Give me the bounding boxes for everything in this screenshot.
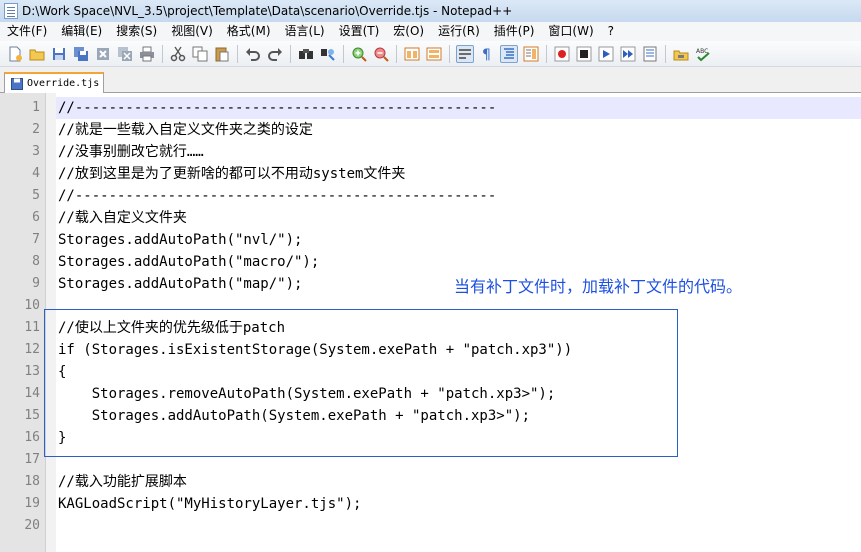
code-line[interactable]: //没事别删改它就行…… bbox=[58, 141, 204, 163]
code-line[interactable]: KAGLoadScript("MyHistoryLayer.tjs"); bbox=[58, 493, 361, 515]
undo-icon[interactable] bbox=[244, 45, 262, 63]
line-number: 15 bbox=[24, 408, 40, 423]
menu-view[interactable]: 视图(V) bbox=[164, 22, 220, 41]
line-number: 13 bbox=[24, 364, 40, 379]
line-number: 16 bbox=[24, 430, 40, 445]
line-number: 2 bbox=[32, 122, 40, 137]
word-wrap-icon[interactable] bbox=[456, 44, 474, 63]
line-number: 18 bbox=[24, 474, 40, 489]
line-number: 4 bbox=[32, 166, 40, 181]
line-number: 17 bbox=[24, 452, 40, 467]
menu-help[interactable]: ? bbox=[601, 22, 621, 41]
save-all-icon[interactable] bbox=[72, 45, 90, 63]
code-editor[interactable]: 1 //-------------------------------------… bbox=[0, 93, 861, 552]
code-line[interactable]: //载入功能扩展脚本 bbox=[58, 471, 187, 493]
line-number: 8 bbox=[32, 254, 40, 269]
doc-map-icon[interactable] bbox=[522, 45, 540, 63]
window-title: D:\Work Space\NVL_3.5\project\Template\D… bbox=[22, 4, 513, 18]
toolbar-separator bbox=[449, 44, 450, 63]
redo-icon[interactable] bbox=[266, 45, 284, 63]
menu-settings[interactable]: 设置(T) bbox=[332, 22, 387, 41]
line-number: 11 bbox=[24, 320, 40, 335]
code-line[interactable]: Storages.addAutoPath("macro/"); bbox=[58, 251, 319, 273]
line-number: 9 bbox=[32, 276, 40, 291]
toolbar: ¶ ABC bbox=[0, 41, 861, 67]
line-number: 10 bbox=[24, 298, 40, 313]
new-file-icon[interactable] bbox=[6, 45, 24, 63]
zoom-out-icon[interactable] bbox=[372, 45, 390, 63]
title-bar[interactable]: D:\Work Space\NVL_3.5\project\Template\D… bbox=[0, 0, 861, 22]
find-icon[interactable] bbox=[297, 45, 315, 63]
notepad-app-icon[interactable] bbox=[4, 3, 18, 19]
tab-bar: Override.tjs bbox=[0, 67, 861, 93]
menu-plugins[interactable]: 插件(P) bbox=[487, 22, 542, 41]
code-line[interactable]: Storages.addAutoPath("nvl/"); bbox=[58, 229, 302, 251]
menu-edit[interactable]: 编辑(E) bbox=[54, 22, 109, 41]
line-number: 3 bbox=[32, 144, 40, 159]
code-line[interactable]: Storages.addAutoPath("map/"); bbox=[58, 273, 302, 295]
cut-icon[interactable] bbox=[169, 45, 187, 63]
launch-browser-icon[interactable] bbox=[672, 45, 690, 63]
copy-icon[interactable] bbox=[191, 45, 209, 63]
open-file-icon[interactable] bbox=[28, 45, 46, 63]
line-number: 19 bbox=[24, 496, 40, 511]
sync-horizontal-icon[interactable] bbox=[425, 45, 443, 63]
menu-window[interactable]: 窗口(W) bbox=[541, 22, 600, 41]
tab-override-tjs[interactable]: Override.tjs bbox=[4, 72, 104, 93]
stop-record-icon[interactable] bbox=[575, 45, 593, 63]
tab-label: Override.tjs bbox=[27, 78, 100, 89]
menu-file[interactable]: 文件(F) bbox=[0, 22, 54, 41]
code-line[interactable]: //载入自定义文件夹 bbox=[58, 207, 187, 229]
zoom-in-icon[interactable] bbox=[350, 45, 368, 63]
line-number: 1 bbox=[32, 100, 40, 115]
toolbar-separator bbox=[546, 44, 547, 63]
menu-search[interactable]: 搜索(S) bbox=[109, 22, 164, 41]
spell-check-icon[interactable]: ABC bbox=[694, 45, 712, 63]
line-number: 14 bbox=[24, 386, 40, 401]
menu-run[interactable]: 运行(R) bbox=[431, 22, 487, 41]
sync-vertical-icon[interactable] bbox=[403, 45, 421, 63]
line-number: 6 bbox=[32, 210, 40, 225]
line-number: 20 bbox=[24, 518, 40, 533]
code-line[interactable]: //放到这里是为了更新啥的都可以不用动system文件夹 bbox=[58, 163, 405, 185]
menu-language[interactable]: 语言(L) bbox=[278, 22, 332, 41]
annotation-highlight-box bbox=[44, 309, 678, 457]
toolbar-separator bbox=[665, 44, 666, 63]
toolbar-separator bbox=[237, 44, 238, 63]
save-icon[interactable] bbox=[50, 45, 68, 63]
code-line[interactable]: //--------------------------------------… bbox=[58, 97, 496, 119]
show-all-chars-icon[interactable]: ¶ bbox=[478, 45, 496, 63]
code-line[interactable]: //--------------------------------------… bbox=[58, 185, 496, 207]
replace-icon[interactable] bbox=[319, 45, 337, 63]
close-all-icon[interactable] bbox=[116, 45, 134, 63]
save-macro-icon[interactable] bbox=[641, 45, 659, 63]
toolbar-separator bbox=[396, 44, 397, 63]
code-line[interactable]: //就是一些载入自定义文件夹之类的设定 bbox=[58, 119, 313, 141]
run-macro-multiple-icon[interactable] bbox=[619, 45, 637, 63]
print-icon[interactable] bbox=[138, 45, 156, 63]
toolbar-separator bbox=[162, 44, 163, 63]
indent-guide-icon[interactable] bbox=[500, 44, 518, 63]
toolbar-separator bbox=[343, 44, 344, 63]
menu-bar: 文件(F) 编辑(E) 搜索(S) 视图(V) 格式(M) 语言(L) 设置(T… bbox=[0, 22, 861, 41]
paste-icon[interactable] bbox=[213, 45, 231, 63]
annotation-note: 当有补丁文件时，加载补丁文件的代码。 bbox=[454, 277, 743, 296]
line-number: 7 bbox=[32, 232, 40, 247]
line-number: 12 bbox=[24, 342, 40, 357]
menu-macro[interactable]: 宏(O) bbox=[386, 22, 431, 41]
record-macro-icon[interactable] bbox=[553, 45, 571, 63]
line-number: 5 bbox=[32, 188, 40, 203]
saved-file-icon bbox=[11, 77, 23, 90]
close-icon[interactable] bbox=[94, 45, 112, 63]
menu-format[interactable]: 格式(M) bbox=[220, 22, 278, 41]
toolbar-separator bbox=[290, 44, 291, 63]
play-macro-icon[interactable] bbox=[597, 45, 615, 63]
svg-text:¶: ¶ bbox=[482, 47, 491, 62]
